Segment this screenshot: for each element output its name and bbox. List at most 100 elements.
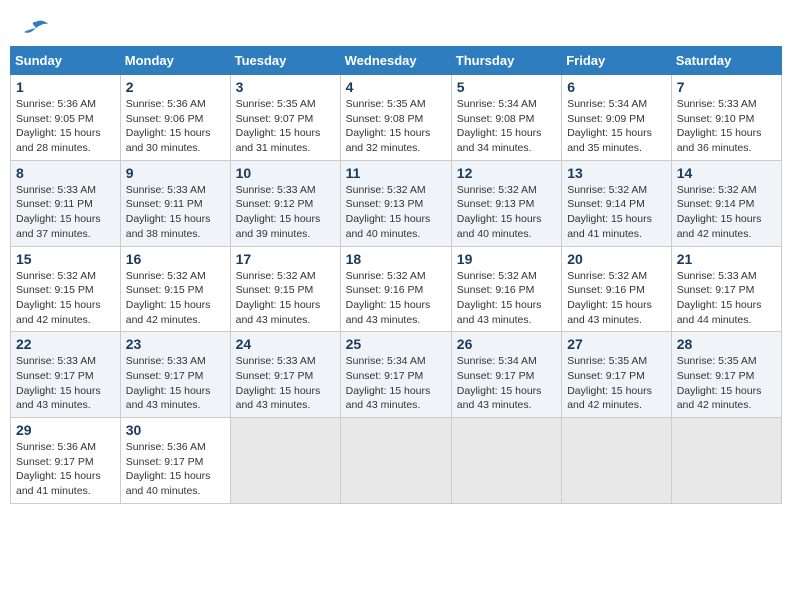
day-number: 22 <box>16 336 115 352</box>
day-info: Sunrise: 5:33 AM Sunset: 9:12 PM Dayligh… <box>236 183 335 242</box>
calendar-cell: 25Sunrise: 5:34 AM Sunset: 9:17 PM Dayli… <box>340 332 451 418</box>
day-info: Sunrise: 5:32 AM Sunset: 9:13 PM Dayligh… <box>346 183 446 242</box>
calendar-cell: 8 Sunrise: 5:33 AM Sunset: 9:11 PM Daylig… <box>11 160 121 246</box>
calendar-cell: 15 Sunrise: 5:32 AM Sunset: 9:15 PM Dayli… <box>11 246 121 332</box>
day-info: Sunrise: 5:34 AM Sunset: 9:17 PM Dayligh… <box>346 354 446 413</box>
calendar-cell: 19 Sunrise: 5:32 AM Sunset: 9:16 PM Dayli… <box>451 246 561 332</box>
day-number: 30 <box>126 422 225 438</box>
calendar-header-row: SundayMondayTuesdayWednesdayThursdayFrid… <box>11 47 782 75</box>
day-number: 8 <box>16 165 115 181</box>
day-number: 3 <box>236 79 335 95</box>
day-number: 1 <box>16 79 115 95</box>
day-info: Sunrise: 5:33 AM Sunset: 9:17 PM Dayligh… <box>677 269 776 328</box>
calendar-cell: 29 Sunrise: 5:36 AM Sunset: 9:17 PM Dayli… <box>11 418 121 504</box>
day-info: Sunrise: 5:32 AM Sunset: 9:15 PM Dayligh… <box>236 269 335 328</box>
day-number: 17 <box>236 251 335 267</box>
day-info: Sunrise: 5:36 AM Sunset: 9:05 PM Dayligh… <box>16 97 115 156</box>
calendar-cell: 30Sunrise: 5:36 AM Sunset: 9:17 PM Dayli… <box>120 418 230 504</box>
day-info: Sunrise: 5:33 AM Sunset: 9:11 PM Dayligh… <box>16 183 115 242</box>
calendar-cell <box>562 418 672 504</box>
day-number: 7 <box>677 79 776 95</box>
day-number: 20 <box>567 251 666 267</box>
day-number: 27 <box>567 336 666 352</box>
day-info: Sunrise: 5:32 AM Sunset: 9:15 PM Dayligh… <box>126 269 225 328</box>
calendar-cell: 7 Sunrise: 5:33 AM Sunset: 9:10 PM Daylig… <box>671 75 781 161</box>
calendar-cell: 11 Sunrise: 5:32 AM Sunset: 9:13 PM Dayli… <box>340 160 451 246</box>
day-info: Sunrise: 5:32 AM Sunset: 9:16 PM Dayligh… <box>567 269 666 328</box>
day-number: 18 <box>346 251 446 267</box>
day-info: Sunrise: 5:36 AM Sunset: 9:17 PM Dayligh… <box>16 440 115 499</box>
calendar-cell: 5 Sunrise: 5:34 AM Sunset: 9:08 PM Daylig… <box>451 75 561 161</box>
day-number: 19 <box>457 251 556 267</box>
day-info: Sunrise: 5:35 AM Sunset: 9:08 PM Dayligh… <box>346 97 446 156</box>
day-number: 15 <box>16 251 115 267</box>
weekday-header-thursday: Thursday <box>451 47 561 75</box>
calendar-cell: 21 Sunrise: 5:33 AM Sunset: 9:17 PM Dayli… <box>671 246 781 332</box>
day-info: Sunrise: 5:33 AM Sunset: 9:10 PM Dayligh… <box>677 97 776 156</box>
day-number: 2 <box>126 79 225 95</box>
calendar-cell: 13 Sunrise: 5:32 AM Sunset: 9:14 PM Dayli… <box>562 160 672 246</box>
day-info: Sunrise: 5:35 AM Sunset: 9:17 PM Dayligh… <box>677 354 776 413</box>
weekday-header-wednesday: Wednesday <box>340 47 451 75</box>
calendar-cell <box>230 418 340 504</box>
day-number: 12 <box>457 165 556 181</box>
day-number: 13 <box>567 165 666 181</box>
calendar-cell: 26Sunrise: 5:34 AM Sunset: 9:17 PM Dayli… <box>451 332 561 418</box>
calendar-cell: 28Sunrise: 5:35 AM Sunset: 9:17 PM Dayli… <box>671 332 781 418</box>
day-info: Sunrise: 5:32 AM Sunset: 9:16 PM Dayligh… <box>346 269 446 328</box>
day-info: Sunrise: 5:34 AM Sunset: 9:08 PM Dayligh… <box>457 97 556 156</box>
calendar-cell: 20 Sunrise: 5:32 AM Sunset: 9:16 PM Dayli… <box>562 246 672 332</box>
day-info: Sunrise: 5:32 AM Sunset: 9:15 PM Dayligh… <box>16 269 115 328</box>
day-info: Sunrise: 5:34 AM Sunset: 9:09 PM Dayligh… <box>567 97 666 156</box>
calendar-week-row: 1 Sunrise: 5:36 AM Sunset: 9:05 PM Daylig… <box>11 75 782 161</box>
day-info: Sunrise: 5:32 AM Sunset: 9:14 PM Dayligh… <box>567 183 666 242</box>
day-info: Sunrise: 5:32 AM Sunset: 9:16 PM Dayligh… <box>457 269 556 328</box>
calendar-cell: 23 Sunrise: 5:33 AM Sunset: 9:17 PM Dayli… <box>120 332 230 418</box>
calendar-cell: 2 Sunrise: 5:36 AM Sunset: 9:06 PM Daylig… <box>120 75 230 161</box>
day-number: 14 <box>677 165 776 181</box>
calendar-cell: 17 Sunrise: 5:32 AM Sunset: 9:15 PM Dayli… <box>230 246 340 332</box>
day-number: 29 <box>16 422 115 438</box>
weekday-header-sunday: Sunday <box>11 47 121 75</box>
day-number: 24 <box>236 336 335 352</box>
calendar-cell: 24 Sunrise: 5:33 AM Sunset: 9:17 PM Dayli… <box>230 332 340 418</box>
calendar-cell: 14Sunrise: 5:32 AM Sunset: 9:14 PM Dayli… <box>671 160 781 246</box>
day-number: 11 <box>346 165 446 181</box>
day-number: 23 <box>126 336 225 352</box>
day-number: 5 <box>457 79 556 95</box>
calendar-cell: 1 Sunrise: 5:36 AM Sunset: 9:05 PM Daylig… <box>11 75 121 161</box>
day-info: Sunrise: 5:35 AM Sunset: 9:07 PM Dayligh… <box>236 97 335 156</box>
weekday-header-saturday: Saturday <box>671 47 781 75</box>
day-info: Sunrise: 5:33 AM Sunset: 9:17 PM Dayligh… <box>16 354 115 413</box>
calendar-cell: 12 Sunrise: 5:32 AM Sunset: 9:13 PM Dayli… <box>451 160 561 246</box>
day-number: 21 <box>677 251 776 267</box>
day-info: Sunrise: 5:33 AM Sunset: 9:17 PM Dayligh… <box>236 354 335 413</box>
calendar-cell: 4 Sunrise: 5:35 AM Sunset: 9:08 PM Daylig… <box>340 75 451 161</box>
calendar-cell: 16 Sunrise: 5:32 AM Sunset: 9:15 PM Dayli… <box>120 246 230 332</box>
day-number: 26 <box>457 336 556 352</box>
calendar-table: SundayMondayTuesdayWednesdayThursdayFrid… <box>10 46 782 504</box>
calendar-week-row: 29 Sunrise: 5:36 AM Sunset: 9:17 PM Dayli… <box>11 418 782 504</box>
day-info: Sunrise: 5:35 AM Sunset: 9:17 PM Dayligh… <box>567 354 666 413</box>
day-number: 9 <box>126 165 225 181</box>
day-info: Sunrise: 5:33 AM Sunset: 9:17 PM Dayligh… <box>126 354 225 413</box>
day-number: 4 <box>346 79 446 95</box>
weekday-header-friday: Friday <box>562 47 672 75</box>
day-info: Sunrise: 5:36 AM Sunset: 9:06 PM Dayligh… <box>126 97 225 156</box>
weekday-header-tuesday: Tuesday <box>230 47 340 75</box>
calendar-cell <box>451 418 561 504</box>
calendar-week-row: 15 Sunrise: 5:32 AM Sunset: 9:15 PM Dayli… <box>11 246 782 332</box>
calendar-week-row: 22 Sunrise: 5:33 AM Sunset: 9:17 PM Dayli… <box>11 332 782 418</box>
logo <box>20 20 50 38</box>
page-header <box>10 10 782 46</box>
calendar-cell: 9Sunrise: 5:33 AM Sunset: 9:11 PM Daylig… <box>120 160 230 246</box>
calendar-cell: 27 Sunrise: 5:35 AM Sunset: 9:17 PM Dayli… <box>562 332 672 418</box>
calendar-cell: 3 Sunrise: 5:35 AM Sunset: 9:07 PM Daylig… <box>230 75 340 161</box>
weekday-header-monday: Monday <box>120 47 230 75</box>
day-info: Sunrise: 5:32 AM Sunset: 9:13 PM Dayligh… <box>457 183 556 242</box>
calendar-cell <box>340 418 451 504</box>
day-number: 16 <box>126 251 225 267</box>
calendar-cell: 22 Sunrise: 5:33 AM Sunset: 9:17 PM Dayli… <box>11 332 121 418</box>
day-number: 6 <box>567 79 666 95</box>
calendar-cell: 18 Sunrise: 5:32 AM Sunset: 9:16 PM Dayli… <box>340 246 451 332</box>
